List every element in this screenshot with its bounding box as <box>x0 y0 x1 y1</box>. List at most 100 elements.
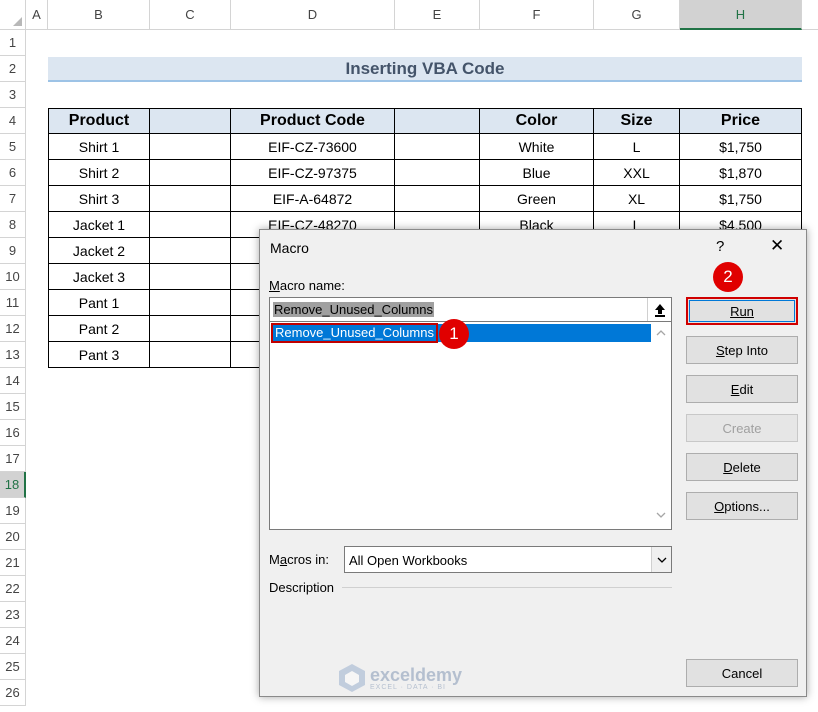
table-cell-color[interactable]: Green <box>480 186 594 212</box>
table-cell-price[interactable]: $1,750 <box>680 134 802 160</box>
edit-button[interactable]: Edit <box>686 375 798 403</box>
row-header-25[interactable]: 25 <box>0 654 26 680</box>
table-header-size[interactable]: Size <box>594 108 680 134</box>
row-header-23[interactable]: 23 <box>0 602 26 628</box>
cancel-button[interactable]: Cancel <box>686 659 798 687</box>
table-cell-product-code[interactable]: EIF-A-64872 <box>231 186 395 212</box>
cancel-label: Cancel <box>721 665 763 681</box>
step-into-button[interactable]: Step Into <box>686 336 798 364</box>
table-cell-blank-c[interactable] <box>150 342 231 368</box>
row-header-19[interactable]: 19 <box>0 498 26 524</box>
macro-name-input[interactable]: Remove_Unused_Columns <box>269 297 672 322</box>
row-header-26[interactable]: 26 <box>0 680 26 706</box>
table-header-color[interactable]: Color <box>480 108 594 134</box>
column-header-a[interactable]: A <box>26 0 48 30</box>
delete-label: Delete <box>723 459 761 475</box>
table-cell-product[interactable]: Shirt 1 <box>48 134 150 160</box>
table-cell-size[interactable]: L <box>594 134 680 160</box>
list-scrollbar[interactable] <box>651 322 671 528</box>
column-header-c[interactable]: C <box>150 0 231 30</box>
macros-in-select[interactable]: All Open Workbooks <box>344 546 672 573</box>
table-header-price[interactable]: Price <box>680 108 802 134</box>
dialog-title: Macro <box>270 240 309 256</box>
upload-arrow-icon <box>654 303 665 317</box>
exceldemy-logo-icon <box>339 664 365 692</box>
row-header-2[interactable]: 2 <box>0 56 26 82</box>
scroll-up-icon[interactable] <box>656 330 666 336</box>
table-cell-product[interactable]: Shirt 3 <box>48 186 150 212</box>
row-header-12[interactable]: 12 <box>0 316 26 342</box>
table-cell-blank-c[interactable] <box>150 134 231 160</box>
table-header-product-code[interactable]: Product Code <box>231 108 395 134</box>
help-icon[interactable]: ? <box>716 238 724 255</box>
table-cell-price[interactable]: $1,750 <box>680 186 802 212</box>
table-header-blank-c[interactable] <box>150 108 231 134</box>
table-cell-color[interactable]: White <box>480 134 594 160</box>
table-header-product[interactable]: Product <box>48 108 150 134</box>
table-cell-blank-c[interactable] <box>150 316 231 342</box>
table-cell-size[interactable]: XXL <box>594 160 680 186</box>
macro-list[interactable]: Remove_Unused_Columns <box>269 322 672 530</box>
row-header-10[interactable]: 10 <box>0 264 26 290</box>
table-cell-blank-c[interactable] <box>150 264 231 290</box>
table-header-blank-e[interactable] <box>395 108 480 134</box>
row-header-13[interactable]: 13 <box>0 342 26 368</box>
row-header-3[interactable]: 3 <box>0 82 26 108</box>
table-cell-product[interactable]: Shirt 2 <box>48 160 150 186</box>
create-button[interactable]: Create <box>686 414 798 442</box>
table-cell-blank-c[interactable] <box>150 290 231 316</box>
collapse-button[interactable] <box>647 298 671 321</box>
column-header-b[interactable]: B <box>48 0 150 30</box>
table-cell-product[interactable]: Jacket 1 <box>48 212 150 238</box>
column-header-g[interactable]: G <box>594 0 680 30</box>
delete-button[interactable]: Delete <box>686 453 798 481</box>
row-header-16[interactable]: 16 <box>0 420 26 446</box>
run-button[interactable]: Run <box>686 297 798 325</box>
row-header-6[interactable]: 6 <box>0 160 26 186</box>
table-cell-blank-e[interactable] <box>395 160 480 186</box>
table-cell-blank-e[interactable] <box>395 186 480 212</box>
macro-name-label-text: acro name: <box>279 278 345 293</box>
row-header-17[interactable]: 17 <box>0 446 26 472</box>
table-cell-blank-c[interactable] <box>150 212 231 238</box>
row-header-15[interactable]: 15 <box>0 394 26 420</box>
row-header-18[interactable]: 18 <box>0 472 26 498</box>
row-header-5[interactable]: 5 <box>0 134 26 160</box>
column-header-h[interactable]: H <box>680 0 802 30</box>
table-cell-size[interactable]: XL <box>594 186 680 212</box>
table-cell-product[interactable]: Jacket 3 <box>48 264 150 290</box>
row-header-1[interactable]: 1 <box>0 30 26 56</box>
row-header-22[interactable]: 22 <box>0 576 26 602</box>
row-header-14[interactable]: 14 <box>0 368 26 394</box>
column-header-d[interactable]: D <box>231 0 395 30</box>
row-header-20[interactable]: 20 <box>0 524 26 550</box>
table-cell-price[interactable]: $1,870 <box>680 160 802 186</box>
table-cell-product[interactable]: Jacket 2 <box>48 238 150 264</box>
table-cell-blank-c[interactable] <box>150 186 231 212</box>
table-cell-product[interactable]: Pant 2 <box>48 316 150 342</box>
options-button[interactable]: Options... <box>686 492 798 520</box>
table-cell-blank-c[interactable] <box>150 238 231 264</box>
watermark-tagline: EXCEL · DATA · BI <box>370 683 446 691</box>
scroll-down-icon[interactable] <box>656 512 666 518</box>
close-icon[interactable]: ✕ <box>770 236 784 256</box>
dropdown-button[interactable] <box>651 547 671 572</box>
row-header-24[interactable]: 24 <box>0 628 26 654</box>
row-header-21[interactable]: 21 <box>0 550 26 576</box>
table-cell-blank-c[interactable] <box>150 160 231 186</box>
row-header-8[interactable]: 8 <box>0 212 26 238</box>
table-cell-product-code[interactable]: EIF-CZ-97375 <box>231 160 395 186</box>
row-header-7[interactable]: 7 <box>0 186 26 212</box>
column-header-e[interactable]: E <box>395 0 480 30</box>
select-all-corner[interactable] <box>0 0 26 30</box>
table-cell-color[interactable]: Blue <box>480 160 594 186</box>
watermark-name: exceldemy <box>370 664 463 685</box>
table-cell-product[interactable]: Pant 3 <box>48 342 150 368</box>
table-cell-blank-e[interactable] <box>395 134 480 160</box>
row-header-4[interactable]: 4 <box>0 108 26 134</box>
table-cell-product[interactable]: Pant 1 <box>48 290 150 316</box>
row-header-11[interactable]: 11 <box>0 290 26 316</box>
column-header-f[interactable]: F <box>480 0 594 30</box>
table-cell-product-code[interactable]: EIF-CZ-73600 <box>231 134 395 160</box>
row-header-9[interactable]: 9 <box>0 238 26 264</box>
